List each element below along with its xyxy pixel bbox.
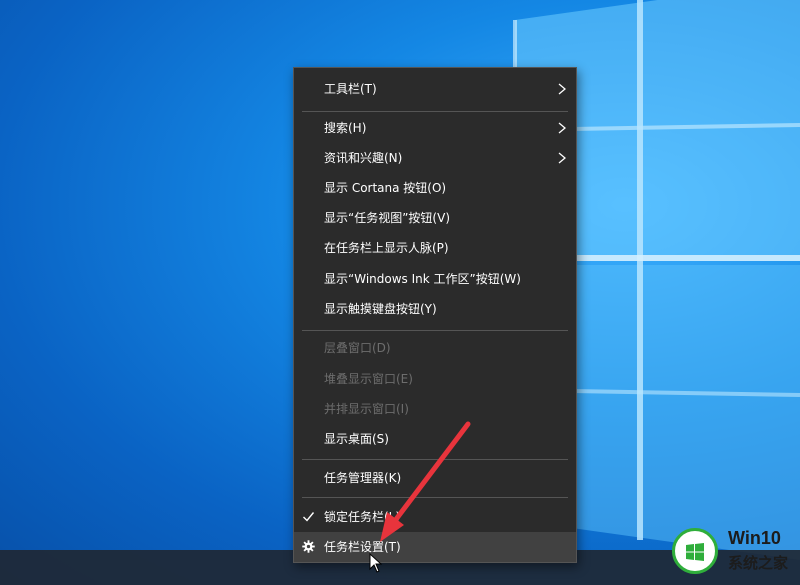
menu-item-label: 工具栏(T): [324, 82, 377, 96]
menu-separator: [302, 497, 568, 498]
menu-item-search[interactable]: 搜索(H): [294, 113, 576, 143]
menu-separator: [302, 459, 568, 460]
mouse-cursor-icon: [369, 553, 383, 573]
menu-item-label: 锁定任务栏(L): [324, 510, 401, 524]
menu-item-label: 搜索(H): [324, 121, 367, 135]
menu-item-cascade-windows: 层叠窗口(D): [294, 333, 576, 363]
menu-item-side-by-side-windows: 并排显示窗口(I): [294, 394, 576, 424]
chevron-right-icon: [558, 122, 566, 134]
chevron-right-icon: [558, 83, 566, 95]
menu-item-label: 并排显示窗口(I): [324, 402, 409, 416]
menu-item-label: 显示桌面(S): [324, 432, 389, 446]
menu-item-label: 层叠窗口(D): [324, 341, 391, 355]
watermark: Win10 系统之家: [660, 520, 800, 585]
menu-item-label: 堆叠显示窗口(E): [324, 372, 413, 386]
watermark-text-win10: Win10: [728, 528, 781, 548]
menu-item-show-task-view-button[interactable]: 显示“任务视图”按钮(V): [294, 203, 576, 233]
menu-item-lock-taskbar[interactable]: 锁定任务栏(L): [294, 502, 576, 532]
menu-separator: [302, 111, 568, 112]
watermark-text-site: 系统之家: [728, 555, 789, 572]
menu-item-show-cortana-button[interactable]: 显示 Cortana 按钮(O): [294, 173, 576, 203]
menu-item-label: 显示“任务视图”按钮(V): [324, 211, 451, 225]
menu-item-taskbar-settings[interactable]: 任务栏设置(T): [294, 532, 576, 562]
menu-item-label: 在任务栏上显示人脉(P): [324, 241, 449, 255]
menu-item-show-windows-ink-button[interactable]: 显示“Windows Ink 工作区”按钮(W): [294, 264, 576, 294]
menu-item-label: 任务栏设置(T): [324, 540, 401, 554]
windows-logo-icon: [686, 543, 704, 561]
menu-separator: [302, 330, 568, 331]
menu-item-label: 显示 Cortana 按钮(O): [324, 181, 447, 195]
menu-item-toolbars[interactable]: 工具栏(T): [294, 74, 576, 104]
chevron-right-icon: [558, 152, 566, 164]
taskbar-context-menu: 工具栏(T) 搜索(H) 资讯和兴趣(N) 显示 Cortana 按钮(O) 显…: [293, 67, 577, 563]
menu-item-label: 资讯和兴趣(N): [324, 151, 403, 165]
menu-item-label: 任务管理器(K): [324, 471, 402, 485]
menu-item-stack-windows: 堆叠显示窗口(E): [294, 364, 576, 394]
menu-item-label: 显示触摸键盘按钮(Y): [324, 302, 437, 316]
menu-item-label: 显示“Windows Ink 工作区”按钮(W): [324, 272, 521, 286]
menu-item-show-touch-keyboard-button[interactable]: 显示触摸键盘按钮(Y): [294, 294, 576, 324]
menu-item-task-manager[interactable]: 任务管理器(K): [294, 463, 576, 493]
checkmark-icon: [303, 512, 315, 522]
menu-item-show-people[interactable]: 在任务栏上显示人脉(P): [294, 233, 576, 263]
watermark-logo: [672, 528, 718, 574]
gear-icon: [302, 540, 315, 553]
menu-item-show-desktop[interactable]: 显示桌面(S): [294, 424, 576, 454]
menu-item-news-and-interests[interactable]: 资讯和兴趣(N): [294, 143, 576, 173]
